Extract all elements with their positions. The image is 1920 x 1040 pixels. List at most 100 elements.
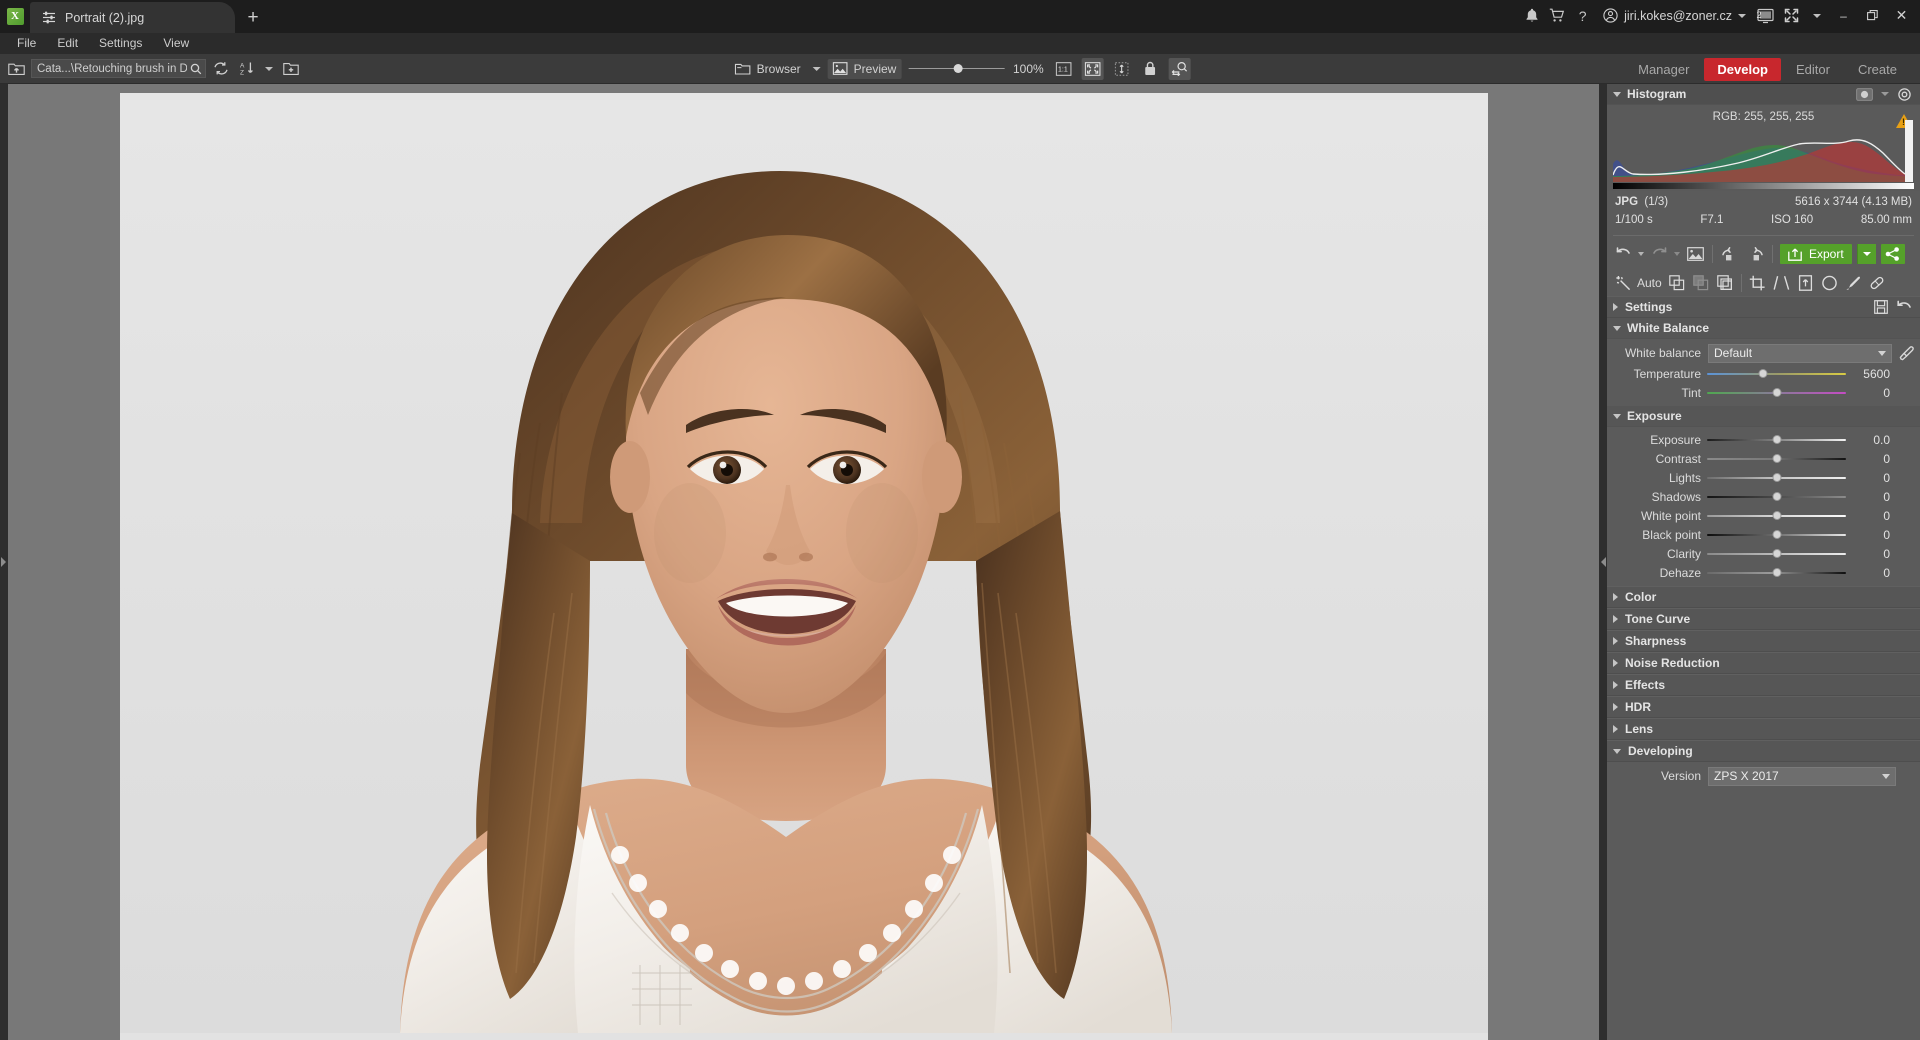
fit-screen-button[interactable] [1081, 57, 1104, 80]
slider-knob[interactable] [1772, 454, 1781, 463]
section-tone-curve[interactable]: Tone Curve [1607, 608, 1920, 630]
version-select[interactable]: ZPS X 2017 [1708, 766, 1896, 786]
new-tab-button[interactable]: + [235, 2, 271, 33]
lock-icon[interactable] [1139, 58, 1161, 80]
slider-knob[interactable] [1772, 492, 1781, 501]
folder-up-icon[interactable] [5, 58, 27, 80]
exposure-value[interactable]: 0.0 [1852, 433, 1890, 447]
contrast-slider[interactable] [1707, 452, 1846, 466]
section-settings[interactable]: Settings [1607, 296, 1920, 318]
section-noise-reduction[interactable]: Noise Reduction [1607, 652, 1920, 674]
brush-icon[interactable] [1843, 273, 1864, 294]
clarity-value[interactable]: 0 [1852, 547, 1890, 561]
retouching-brush-icon[interactable] [1867, 273, 1888, 294]
share-button[interactable] [1880, 244, 1905, 264]
white-balance-preset-select[interactable]: Default [1708, 343, 1892, 363]
clarity-slider[interactable] [1707, 547, 1846, 561]
magic-wand-icon[interactable] [1613, 273, 1634, 294]
redo-icon[interactable] [1649, 244, 1669, 264]
image-canvas[interactable] [8, 84, 1599, 1040]
redo-chevron-down-icon[interactable] [1674, 252, 1680, 256]
rotate-right-icon[interactable] [1745, 244, 1765, 264]
close-button[interactable]: ✕ [1887, 0, 1916, 31]
shadows-value[interactable]: 0 [1852, 490, 1890, 504]
zoom-slider[interactable] [908, 62, 1005, 76]
zoom-slider-knob[interactable] [953, 64, 963, 73]
temperature-value[interactable]: 5600 [1852, 367, 1890, 381]
maximize-restore-button[interactable] [1858, 0, 1887, 31]
help-button[interactable]: ? [1570, 0, 1595, 31]
reset-icon[interactable] [1896, 300, 1912, 314]
sort-caret[interactable] [262, 58, 276, 80]
copy-stack-icon[interactable] [1715, 273, 1736, 294]
auto-label[interactable]: Auto [1637, 276, 1662, 290]
dehaze-slider[interactable] [1707, 566, 1846, 580]
document-tab[interactable]: Portrait (2).jpg [30, 2, 235, 33]
menu-file[interactable]: File [8, 34, 45, 53]
slider-knob[interactable] [1772, 568, 1781, 577]
radial-filter-icon[interactable] [1819, 273, 1840, 294]
paste-settings-icon[interactable] [1691, 273, 1712, 294]
export-button[interactable]: Export [1780, 244, 1852, 264]
fit-height-button[interactable] [1110, 58, 1132, 80]
tint-value[interactable]: 0 [1852, 386, 1890, 400]
crop-icon[interactable] [1747, 273, 1768, 294]
fullscreen-icon[interactable] [1779, 0, 1804, 31]
minimize-button[interactable]: – [1829, 0, 1858, 31]
slider-knob[interactable] [1772, 549, 1781, 558]
black-point-slider[interactable] [1707, 528, 1846, 542]
slider-knob[interactable] [1758, 369, 1768, 378]
lights-value[interactable]: 0 [1852, 471, 1890, 485]
black-point-value[interactable]: 0 [1852, 528, 1890, 542]
search-icon[interactable] [190, 63, 202, 75]
white-point-slider[interactable] [1707, 509, 1846, 523]
cart-icon[interactable] [1544, 0, 1570, 31]
add-folder-icon[interactable] [280, 58, 302, 80]
contrast-value[interactable]: 0 [1852, 452, 1890, 466]
slider-knob[interactable] [1772, 473, 1781, 482]
section-sharpness[interactable]: Sharpness [1607, 630, 1920, 652]
user-account-menu[interactable]: jiri.kokes@zoner.cz [1595, 8, 1752, 23]
copy-settings-icon[interactable] [1667, 273, 1688, 294]
section-white-balance[interactable]: White Balance [1607, 318, 1920, 339]
slider-knob[interactable] [1772, 388, 1781, 397]
menu-view[interactable]: View [154, 34, 198, 53]
image-icon[interactable] [1685, 244, 1705, 264]
compare-icon[interactable] [1168, 57, 1191, 80]
dehaze-value[interactable]: 0 [1852, 566, 1890, 580]
rotate-left-icon[interactable] [1720, 244, 1740, 264]
zoom-1-1-button[interactable]: 1:1 [1052, 58, 1074, 80]
export-dropdown-button[interactable] [1856, 244, 1876, 264]
straighten-icon[interactable] [1771, 273, 1792, 294]
undo-icon[interactable] [1613, 244, 1633, 264]
shadows-slider[interactable] [1707, 490, 1846, 504]
slider-knob[interactable] [1772, 511, 1781, 520]
histogram-graph[interactable]: RGB: 255, 255, 255 [1607, 105, 1920, 191]
menu-edit[interactable]: Edit [48, 34, 87, 53]
section-hdr[interactable]: HDR [1607, 696, 1920, 718]
tab-develop[interactable]: Develop [1704, 57, 1781, 81]
eyedropper-icon[interactable] [1899, 345, 1914, 361]
histogram-section-header[interactable]: Histogram [1607, 84, 1920, 105]
refresh-icon[interactable] [210, 58, 232, 80]
left-panel-collapse-handle[interactable] [0, 84, 8, 1040]
section-lens[interactable]: Lens [1607, 718, 1920, 740]
temperature-slider[interactable] [1707, 367, 1846, 381]
channel-circle-icon[interactable] [1856, 87, 1873, 101]
section-color[interactable]: Color [1607, 586, 1920, 608]
section-developing[interactable]: Developing [1607, 740, 1920, 762]
perspective-icon[interactable] [1795, 273, 1816, 294]
chevron-down-icon[interactable] [1881, 92, 1889, 96]
slider-knob[interactable] [1772, 530, 1781, 539]
menu-settings[interactable]: Settings [90, 34, 151, 53]
browser-button[interactable]: Browser [730, 59, 806, 79]
right-panel-collapse-handle[interactable] [1599, 84, 1607, 1040]
exposure-slider[interactable] [1707, 433, 1846, 447]
slider-knob[interactable] [1772, 435, 1781, 444]
sort-az-icon[interactable]: AZ [236, 58, 258, 80]
tab-manager[interactable]: Manager [1625, 58, 1702, 81]
photo-frame[interactable] [119, 93, 1488, 1040]
white-point-value[interactable]: 0 [1852, 509, 1890, 523]
lights-slider[interactable] [1707, 471, 1846, 485]
save-icon[interactable] [1874, 300, 1888, 314]
